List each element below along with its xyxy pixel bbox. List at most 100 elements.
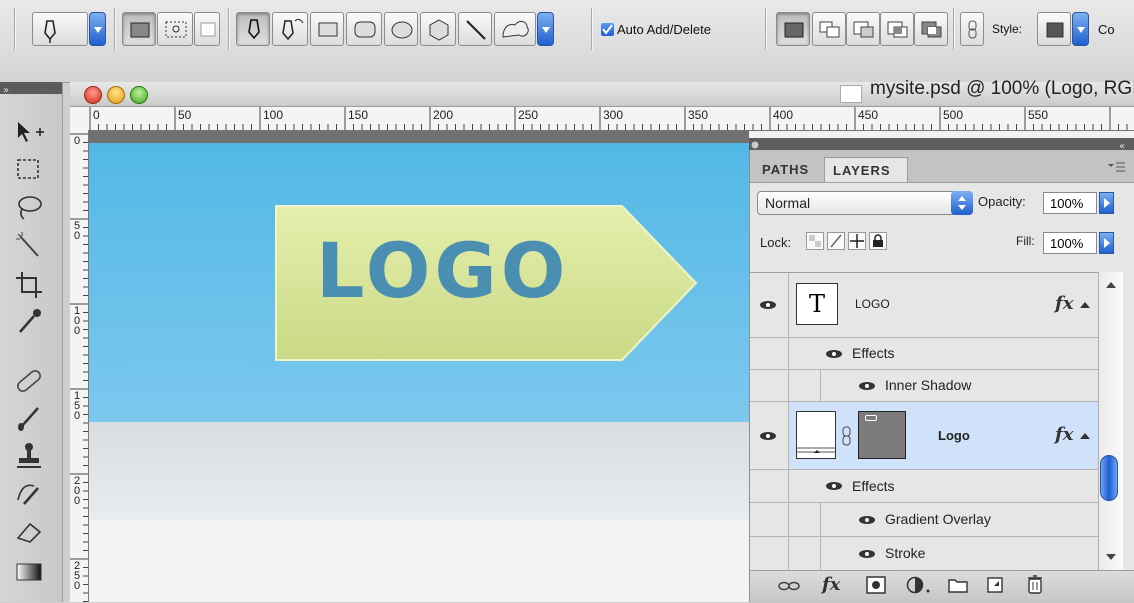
opacity-input[interactable]: 100% [1043,192,1097,214]
custom-shape-dropdown[interactable] [537,12,554,46]
line-icon [466,20,486,40]
ruler-label: 250 [518,108,538,122]
tab-layers[interactable]: LAYERS [824,157,908,182]
brush-tool[interactable] [12,402,48,434]
effects-row[interactable]: Effects [750,470,1098,503]
eye-icon[interactable] [858,549,876,559]
adjustment-layer-icon[interactable] [906,576,932,594]
crop-tool[interactable] [12,268,48,300]
opacity-slider-button[interactable] [1099,192,1114,214]
link-style-button[interactable] [960,12,984,46]
eraser-tool[interactable] [12,516,48,548]
eye-icon[interactable] [825,349,843,359]
close-button[interactable] [84,86,102,104]
lock-all-button[interactable] [869,232,887,250]
rectangle-shape-button[interactable] [310,12,344,46]
move-tool[interactable] [12,116,48,148]
tab-paths[interactable]: PATHS [754,157,817,182]
line-button[interactable] [458,12,492,46]
canvas-top-bar [89,131,749,143]
path-area-intersect-button[interactable] [880,12,914,46]
effect-row-stroke[interactable]: Stroke [750,537,1098,570]
mask-link-icon[interactable] [841,426,853,446]
fill-input[interactable]: 100% [1043,232,1097,254]
trash-icon[interactable] [1026,574,1044,594]
lasso-tool[interactable] [12,192,48,224]
layer-row-shape-logo[interactable]: Logo fx [750,402,1098,470]
add-mask-icon[interactable] [866,576,886,594]
new-layer-icon[interactable] [986,576,1004,594]
panel-tab-bar: PATHS LAYERS [750,150,1134,183]
effect-name: Stroke [885,545,926,561]
add-layer-style-icon[interactable]: fx [822,574,840,595]
pen-mode-button[interactable] [236,12,270,46]
tools-panel-header[interactable]: » [0,82,62,96]
layers-scrollbar[interactable] [1098,272,1123,570]
fx-icon[interactable]: fx [1055,293,1073,314]
path-area-subtract-button[interactable] [846,12,880,46]
document-titlebar[interactable]: mysite.psd @ 100% (Logo, RGI [70,78,1134,107]
new-group-icon[interactable] [948,577,968,593]
zoom-button[interactable] [130,86,148,104]
eye-icon[interactable] [825,481,843,491]
auto-add-delete-checkbox[interactable] [601,23,614,36]
ruler-label: 200 [433,108,453,122]
fill-slider-button[interactable] [1099,232,1114,254]
tool-preset-dropdown[interactable] [89,12,106,46]
fx-icon[interactable]: fx [1055,424,1073,445]
lock-image-button[interactable] [827,232,845,250]
blend-mode-stepper[interactable] [951,191,973,215]
stamp-icon [17,443,41,468]
eye-icon[interactable] [858,515,876,525]
rounded-rectangle-button[interactable] [346,12,382,46]
expand-effects-icon[interactable] [1080,302,1090,308]
fill-pixels-button[interactable] [194,12,220,46]
lock-transparency-button[interactable] [806,232,824,250]
scrollbar-thumb[interactable] [1100,455,1118,501]
canvas-nav-area[interactable] [89,422,749,520]
blend-mode-select[interactable]: Normal [757,191,973,215]
path-area-add-button[interactable] [812,12,846,46]
style-dropdown[interactable] [1072,12,1089,46]
path-area-new-button[interactable] [776,12,810,46]
ruler-label: 450 [858,108,878,122]
layer-visibility-toggle[interactable] [750,273,789,337]
marquee-tool[interactable] [12,154,48,186]
ellipse-button[interactable] [384,12,418,46]
canvas-content-area[interactable] [89,520,749,602]
layer-thumbnail [796,411,836,459]
effect-row-inner-shadow[interactable]: Inner Shadow [750,370,1098,402]
link-layers-icon[interactable] [778,579,800,593]
clone-stamp-tool[interactable] [12,440,48,472]
ruler-origin[interactable] [70,107,89,131]
polygon-button[interactable] [420,12,456,46]
healing-brush-tool[interactable] [12,364,48,396]
checkmark-icon [602,24,613,35]
fill-pixels-icon [200,22,216,37]
pen-tool-preset-button[interactable] [32,12,88,46]
style-swatch[interactable] [1037,12,1071,46]
effects-row[interactable]: Effects [750,338,1098,370]
panel-menu-icon[interactable] [1108,162,1126,172]
paths-mode-button[interactable] [157,12,193,46]
vector-mask-thumbnail[interactable] [858,411,906,459]
freeform-pen-button[interactable] [272,12,308,46]
gradient-tool[interactable] [12,556,48,588]
lock-position-button[interactable] [848,232,866,250]
eyedropper-tool[interactable] [12,306,48,338]
magic-wand-tool[interactable] [12,230,48,262]
history-brush-tool[interactable] [12,478,48,510]
custom-shape-icon [502,20,529,38]
layer-name[interactable]: LOGO [855,297,890,311]
eye-icon[interactable] [858,381,876,391]
shape-layers-button[interactable] [122,12,156,46]
layer-name[interactable]: Logo [938,428,970,443]
path-area-exclude-button[interactable] [914,12,948,46]
minimize-button[interactable] [107,86,125,104]
custom-shape-button[interactable] [494,12,536,46]
effect-row-gradient-overlay[interactable]: Gradient Overlay [750,503,1098,537]
expand-effects-icon[interactable] [1080,433,1090,439]
layer-row-text-logo[interactable]: T LOGO fx [750,272,1098,338]
layers-panel-header[interactable]: « [749,138,1134,152]
layer-visibility-toggle[interactable] [750,402,789,469]
